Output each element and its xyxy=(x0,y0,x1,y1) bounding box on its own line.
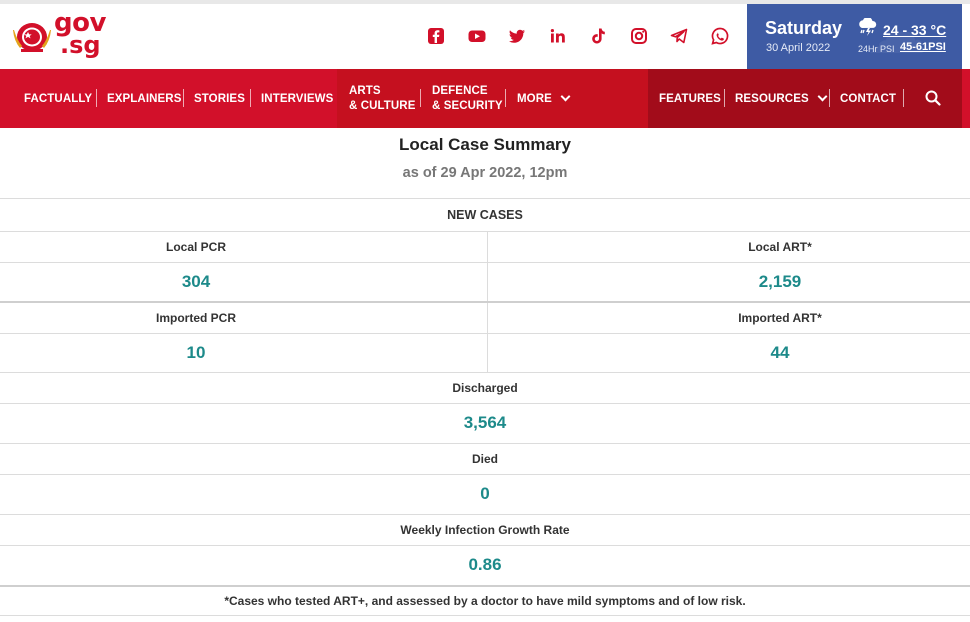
nav-item-stories[interactable]: STORIES xyxy=(194,69,245,128)
discharged-value: 3,564 xyxy=(463,413,507,432)
govsg-logo[interactable]: gov .sg xyxy=(12,10,112,60)
nav-item-more[interactable]: MORE xyxy=(517,69,571,128)
local-pcr-label: Local PCR xyxy=(165,240,226,254)
imported-art-value: 44 xyxy=(770,343,790,362)
chevron-down-icon xyxy=(817,91,828,102)
discharged-label-cell: Discharged xyxy=(0,373,970,403)
died-value-cell: 0 xyxy=(0,475,970,513)
nav-divider xyxy=(903,89,904,107)
weather-widget[interactable]: ☁ Saturday 30 April 2022 24 - 33 °C 24Hr… xyxy=(747,4,962,69)
local-art-value-cell: 2,159 xyxy=(590,263,970,301)
nav-item-defence-security[interactable]: DEFENCE & SECURITY xyxy=(432,69,503,128)
youtube-icon[interactable] xyxy=(465,24,489,48)
nav-item-resources-label: RESOURCES xyxy=(735,92,809,105)
thunder-rain-icon xyxy=(859,18,877,36)
died-label-cell: Died xyxy=(0,444,970,474)
new-cases-label: NEW CASES xyxy=(447,208,523,222)
telegram-icon[interactable] xyxy=(667,24,691,48)
died-value: 0 xyxy=(480,484,490,503)
footnote: *Cases who tested ART+, and assessed by … xyxy=(224,594,746,608)
nav-item-line: DEFENCE xyxy=(432,84,488,97)
local-pcr-value-cell: 304 xyxy=(0,263,392,301)
logo-line2: .sg xyxy=(60,31,101,60)
nav-divider xyxy=(829,89,830,107)
local-pcr-label-cell: Local PCR xyxy=(0,232,392,262)
social-links xyxy=(424,24,748,48)
growth-rate-label-cell: Weekly Infection Growth Rate xyxy=(0,515,970,545)
whatsapp-icon[interactable] xyxy=(708,24,732,48)
psi-value[interactable]: 45-61PSI xyxy=(900,41,946,53)
imported-pcr-value: 10 xyxy=(186,343,206,362)
imported-pcr-label-cell: Imported PCR xyxy=(0,303,392,333)
psi-label: 24Hr PSI xyxy=(858,44,895,54)
growth-rate-value-cell: 0.86 xyxy=(0,546,970,584)
imported-pcr-value-cell: 10 xyxy=(0,334,392,372)
tiktok-icon[interactable] xyxy=(586,24,610,48)
nav-item-contact[interactable]: CONTACT xyxy=(840,69,896,128)
discharged-label: Discharged xyxy=(452,381,518,395)
page-subtitle: as of 29 Apr 2022, 12pm xyxy=(402,165,568,181)
imported-pcr-label: Imported PCR xyxy=(155,311,236,325)
facebook-icon[interactable] xyxy=(424,24,448,48)
search-icon[interactable] xyxy=(925,90,941,106)
linkedin-icon[interactable] xyxy=(546,24,570,48)
local-art-label-cell: Local ART* xyxy=(590,232,970,262)
weather-day: Saturday xyxy=(765,18,843,38)
imported-art-value-cell: 44 xyxy=(590,334,970,372)
local-art-label: Local ART* xyxy=(748,240,812,254)
main-nav: FACTUALLY EXPLAINERS STORIES INTERVIEWS … xyxy=(0,69,970,128)
weather-temperature[interactable]: 24 - 33 °C xyxy=(883,22,946,38)
nav-divider xyxy=(183,89,184,107)
table-divider xyxy=(0,615,970,616)
nav-item-resources[interactable]: RESOURCES xyxy=(735,69,828,128)
nav-item-arts-culture[interactable]: ARTS & CULTURE xyxy=(349,69,416,128)
nav-item-line: ARTS xyxy=(349,84,381,97)
nav-divider xyxy=(250,89,251,107)
footnote-cell: *Cases who tested ART+, and assessed by … xyxy=(0,587,970,615)
local-art-value: 2,159 xyxy=(758,272,802,291)
nav-item-factually[interactable]: FACTUALLY xyxy=(24,69,92,128)
nav-item-line: & SECURITY xyxy=(432,99,503,112)
local-pcr-value: 304 xyxy=(181,272,211,291)
died-label: Died xyxy=(471,452,498,466)
nav-divider xyxy=(724,89,725,107)
growth-rate-value: 0.86 xyxy=(468,555,502,574)
section-header: NEW CASES xyxy=(0,199,970,231)
logo-text: gov .sg xyxy=(54,10,106,60)
twitter-icon[interactable] xyxy=(505,24,529,48)
nav-item-line: & CULTURE xyxy=(349,99,416,112)
nav-divider xyxy=(96,89,97,107)
chevron-down-icon xyxy=(560,91,571,102)
instagram-icon[interactable] xyxy=(627,24,651,48)
page-title: Local Case Summary xyxy=(399,135,571,154)
discharged-value-cell: 3,564 xyxy=(0,404,970,442)
singapore-crest-icon xyxy=(13,23,51,52)
growth-rate-label: Weekly Infection Growth Rate xyxy=(400,523,570,537)
site-header: gov .sg ☁ Saturday 30 April 2022 24 - 33… xyxy=(0,4,970,69)
nav-item-more-label: MORE xyxy=(517,92,552,105)
nav-item-features[interactable]: FEATURES xyxy=(659,69,721,128)
weather-date: 30 April 2022 xyxy=(766,42,831,54)
imported-art-label: Imported ART* xyxy=(738,311,822,325)
nav-item-interviews[interactable]: INTERVIEWS xyxy=(261,69,333,128)
nav-divider xyxy=(420,89,421,107)
imported-art-label-cell: Imported ART* xyxy=(590,303,970,333)
nav-item-explainers[interactable]: EXPLAINERS xyxy=(107,69,182,128)
nav-divider xyxy=(505,89,506,107)
